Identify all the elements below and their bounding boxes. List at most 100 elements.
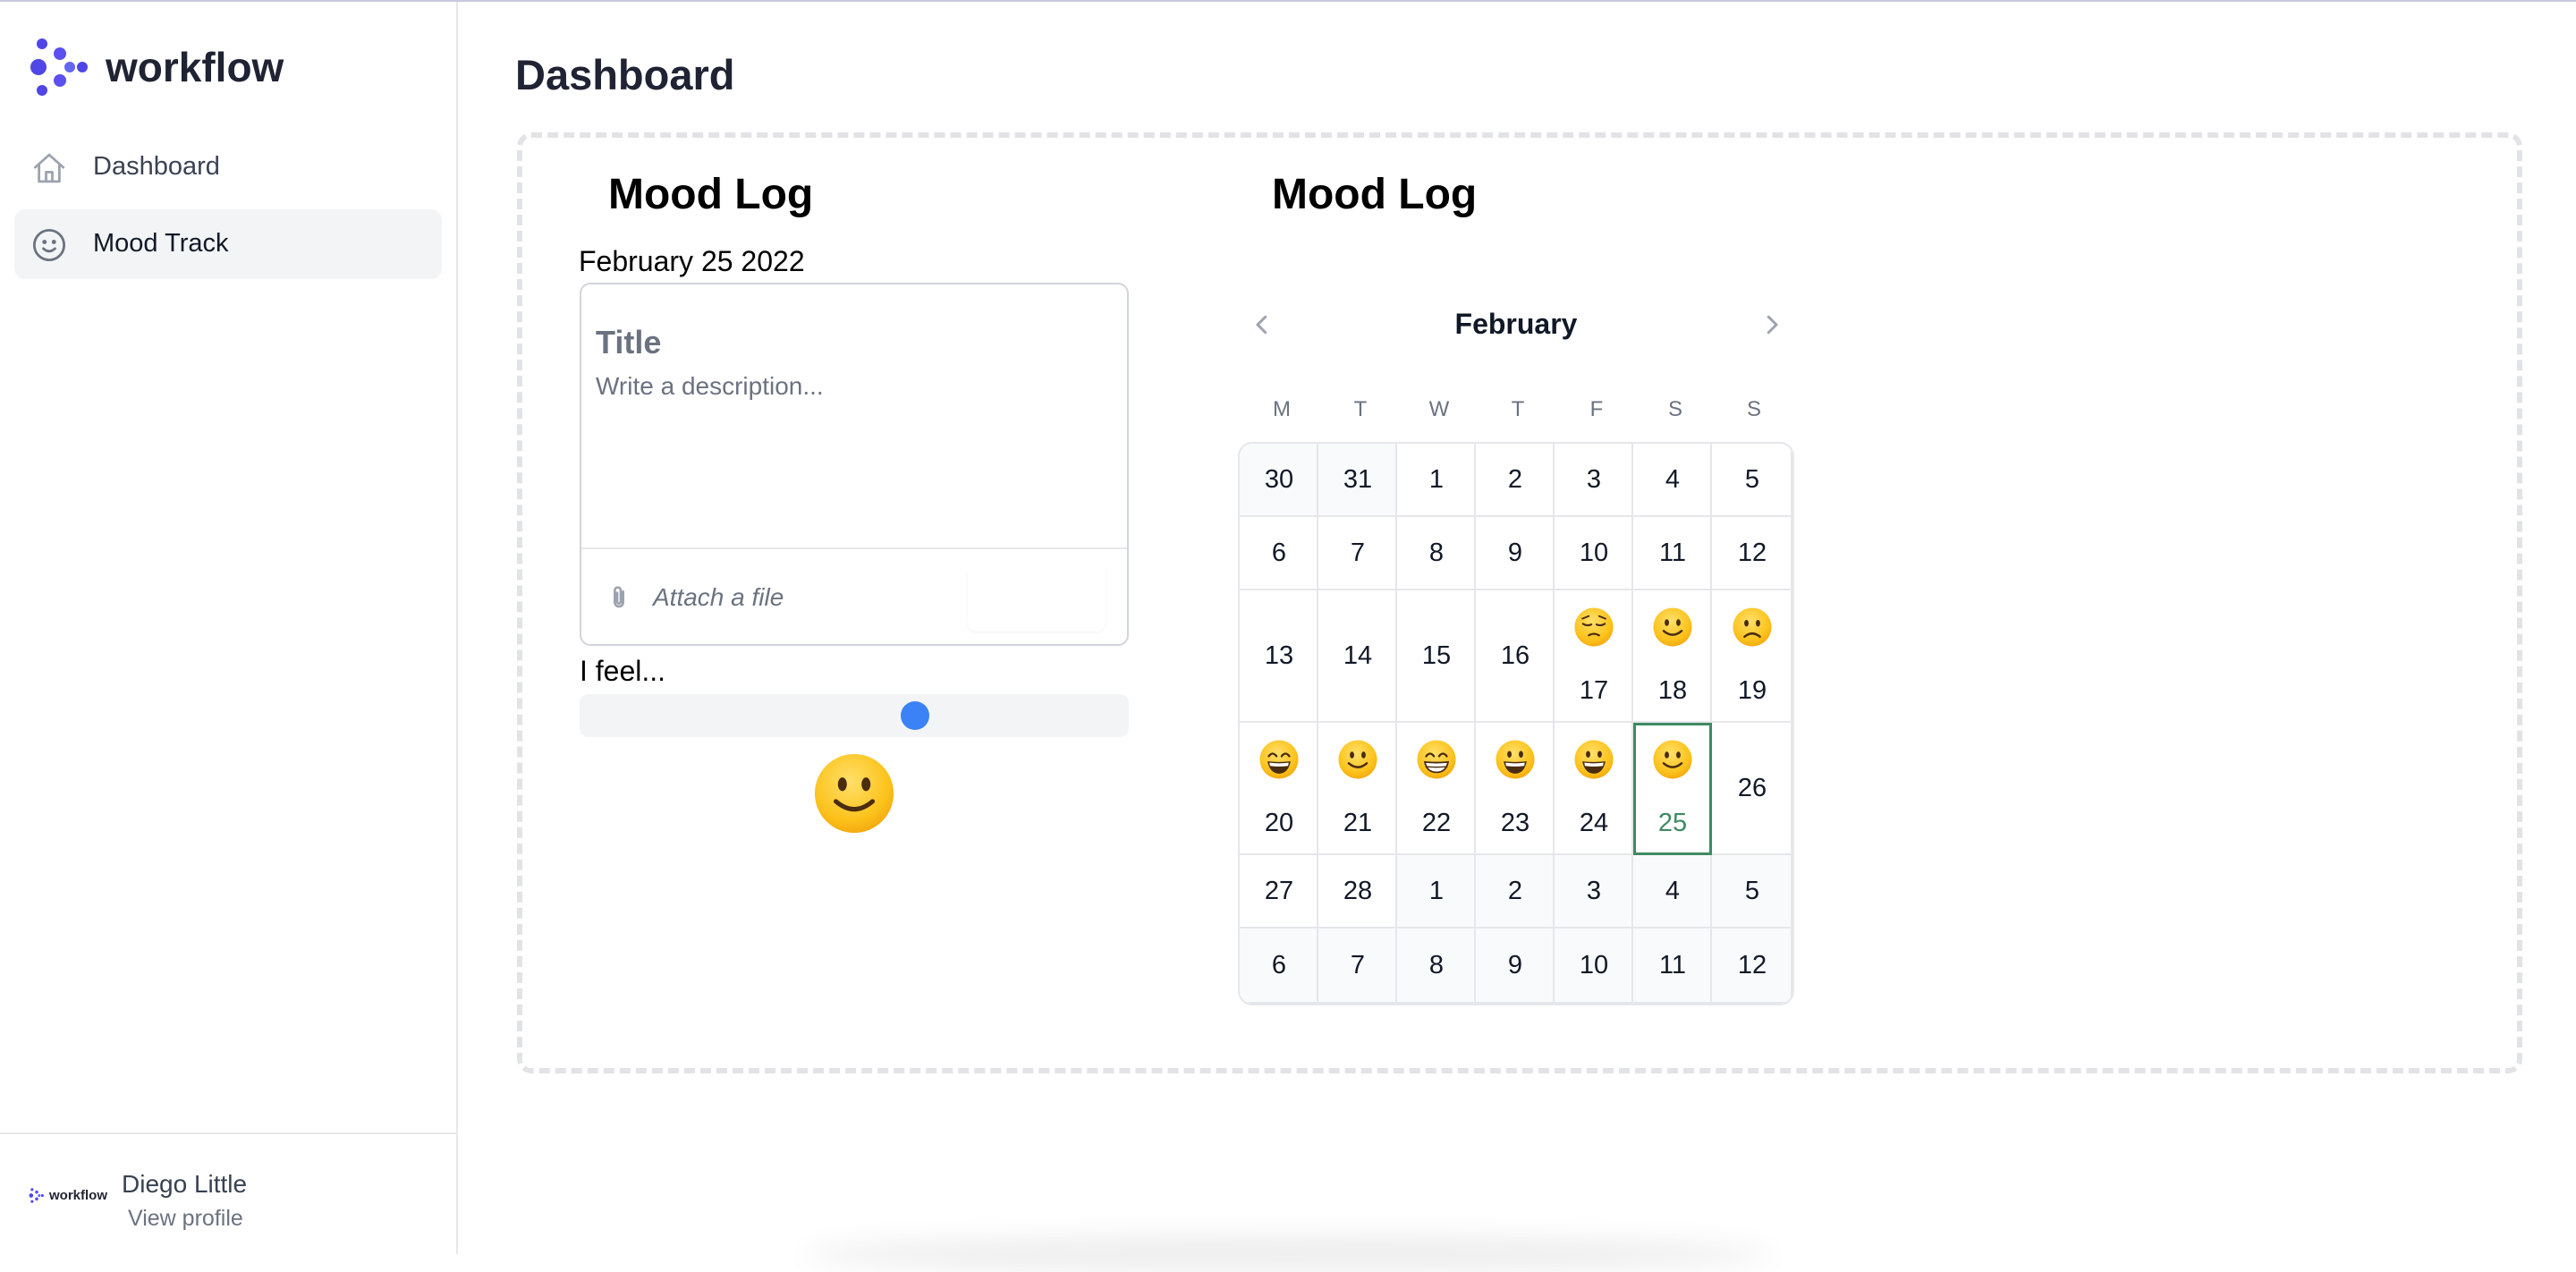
calendar-day-number: 13 [1264,641,1294,670]
calendar-day-number: 25 [1657,809,1688,837]
slider-thumb[interactable] [900,701,929,730]
brand-name: workflow [106,44,284,90]
calendar-day[interactable]: 2 [1476,855,1555,929]
calendar-day[interactable]: 1 [1397,444,1476,517]
calendar-day[interactable]: 15 [1397,590,1476,723]
calendar-day[interactable]: 24 [1555,723,1633,855]
view-profile-link[interactable]: View profile [128,1206,243,1232]
user-name: Diego Little [122,1170,248,1198]
calendar-day[interactable]: 1 [1397,855,1476,929]
submit-button[interactable] [968,564,1106,632]
calendar-day-number: 2 [1507,465,1523,494]
calendar-day[interactable]: 19 [1712,590,1792,723]
mood-grin-icon [1416,739,1457,780]
workflow-logo-icon [29,1188,44,1203]
calendar-day[interactable]: 17 [1555,590,1633,723]
weekday-label: W [1428,397,1450,421]
calendar-day-number: 21 [1343,809,1373,837]
calendar-grid: 30 31 1 2 3 4 5 6 7 8 9 10 11 12 13 14 15 16 17 18 19 20 21 22 2… [1240,444,1792,1004]
title-input[interactable]: Title [596,324,661,361]
calendar-day[interactable]: 2 [1476,444,1555,517]
calendar-day[interactable]: 5 [1712,855,1792,929]
calendar-day[interactable]: 11 [1633,929,1712,1004]
calendar-day[interactable]: 4 [1633,855,1712,929]
description-input[interactable]: Write a description... [596,372,824,401]
calendar-day[interactable]: 9 [1476,517,1555,590]
brand-logo[interactable]: workflow [29,38,284,97]
calendar-day[interactable]: 27 [1240,855,1318,929]
calendar-day[interactable]: 4 [1633,444,1712,517]
calendar-day[interactable]: 23 [1476,723,1555,855]
calendar-day-number: 5 [1744,877,1760,905]
feel-label: I feel... [580,655,666,687]
calendar-day-number: 7 [1350,951,1366,979]
calendar-day[interactable]: 10 [1555,517,1633,590]
calendar-day-number: 23 [1500,809,1530,837]
sidebar-item-label: Mood Track [93,229,229,258]
calendar-day-selected[interactable]: 25 [1633,723,1712,855]
calendar-day[interactable]: 10 [1555,929,1633,1004]
calendar-day[interactable]: 11 [1633,517,1712,590]
mood-slider[interactable] [580,694,1129,737]
calendar-day[interactable]: 22 [1397,723,1476,855]
calendar-day[interactable]: 20 [1240,723,1318,855]
mood-smile-icon [1652,606,1693,648]
calendar-day[interactable]: 5 [1712,444,1792,517]
weekday-label: T [1353,397,1368,421]
sidebar-item-label: Dashboard [93,152,220,181]
calendar-day-number: 3 [1586,877,1602,905]
calendar-day-number: 12 [1737,538,1767,567]
calendar-day-number: 19 [1737,676,1767,705]
calendar-day-number: 28 [1343,877,1373,905]
home-icon [33,153,65,183]
calendar-day[interactable]: 13 [1240,590,1318,723]
calendar-day-number: 10 [1579,951,1609,979]
sidebar-item-mood-track[interactable]: Mood Track [14,209,442,279]
sidebar-item-dashboard[interactable]: Dashboard [14,132,442,202]
calendar-day[interactable]: 3 [1555,444,1633,517]
calendar-day[interactable]: 3 [1555,855,1633,929]
calendar-day[interactable]: 16 [1476,590,1555,723]
avatar-brand-text: workflow [49,1188,108,1203]
previous-month-button[interactable] [1249,310,1275,340]
calendar-day[interactable]: 8 [1397,517,1476,590]
slightly-smiling-face-icon [814,753,894,834]
calendar-day[interactable]: 18 [1633,590,1712,723]
calendar-day[interactable]: 30 [1240,444,1318,517]
calendar-day-number: 5 [1744,465,1760,494]
calendar-day-number: 2 [1507,877,1523,905]
calendar-day[interactable]: 28 [1318,855,1397,929]
calendar-day[interactable]: 9 [1476,929,1555,1004]
entry-date: February 25 2022 [579,245,805,277]
avatar[interactable]: workflow [29,1188,107,1203]
calendar-day-number: 4 [1665,877,1681,905]
calendar-section-title: Mood Log [1272,171,1478,218]
calendar-day-number: 12 [1737,951,1767,979]
calendar-day[interactable]: 7 [1318,517,1397,590]
calendar-day[interactable]: 7 [1318,929,1397,1004]
calendar-day[interactable]: 21 [1318,723,1397,855]
calendar-day[interactable]: 31 [1318,444,1397,517]
calendar-day[interactable]: 12 [1712,517,1792,590]
calendar-day[interactable]: 6 [1240,517,1318,590]
paperclip-icon[interactable] [605,581,633,614]
calendar-day-number: 9 [1507,538,1523,567]
editor-toolbar: Attach a file [581,547,1127,644]
calendar-day[interactable]: 12 [1712,929,1792,1004]
mood-grin-open-icon [1495,739,1536,780]
mood-smile-icon [1337,739,1378,780]
calendar-month: February [1454,308,1578,340]
calendar-day-number: 11 [1658,538,1687,567]
calendar-day[interactable]: 8 [1397,929,1476,1004]
calendar-day-number: 26 [1737,774,1767,802]
workflow-logo-icon [30,38,88,96]
weekday-label: S [1746,397,1761,421]
attach-file-button[interactable]: Attach a file [653,583,784,612]
next-month-button[interactable] [1758,310,1785,340]
profile-footer: workflow Diego Little View profile [0,1132,456,1254]
calendar-day[interactable]: 6 [1240,929,1318,1004]
bottom-shadow [805,1236,1771,1272]
calendar-day[interactable]: 26 [1712,723,1792,855]
calendar-day[interactable]: 14 [1318,590,1397,723]
mood-grin-smile-icon [1258,739,1300,780]
